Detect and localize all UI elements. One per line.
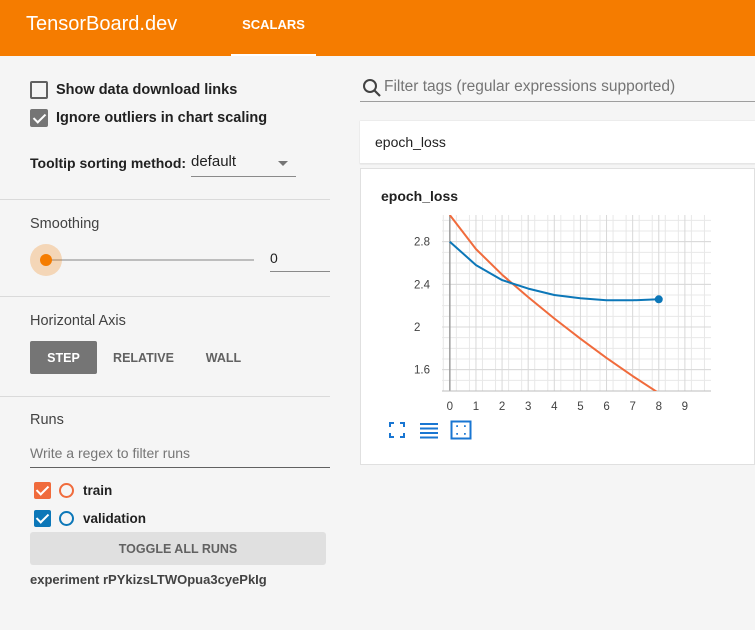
run-item-train[interactable]: train xyxy=(34,481,112,499)
tab-scalars-label: SCALARS xyxy=(242,17,305,32)
ignore-outliers-checkbox[interactable] xyxy=(30,109,48,127)
smoothing-input[interactable]: 0 xyxy=(270,246,330,272)
run-validation-label: validation xyxy=(83,510,147,526)
run-color-icon[interactable] xyxy=(59,482,74,498)
x-tick-label: 2 xyxy=(499,401,505,413)
y-tick-label: 1.6 xyxy=(414,365,430,377)
axis-relative-button[interactable]: RELATIVE xyxy=(97,341,190,374)
divider xyxy=(0,199,330,200)
y-tick-label: 2.4 xyxy=(414,279,431,291)
fit-domain-icon[interactable] xyxy=(450,419,472,441)
run-validation-checkbox[interactable] xyxy=(34,509,51,527)
divider xyxy=(0,296,330,297)
horizontal-axis-label: Horizontal Axis xyxy=(30,313,126,329)
tag-filter[interactable]: Filter tags (regular expressions support… xyxy=(360,72,755,102)
tag-group-header[interactable]: epoch_loss xyxy=(360,121,755,164)
chevron-down-icon xyxy=(278,161,288,166)
run-item-validation[interactable]: validation xyxy=(34,509,146,527)
tooltip-sorting-value: default xyxy=(191,153,237,170)
smoothing-label: Smoothing xyxy=(30,216,100,232)
tag-filter-input[interactable]: Filter tags (regular expressions support… xyxy=(384,78,675,96)
y-tick-label: 2 xyxy=(414,322,420,334)
sidebar: Show data download links Ignore outliers… xyxy=(0,56,345,630)
tooltip-sorting-label: Tooltip sorting method: xyxy=(30,155,187,171)
x-tick-label: 6 xyxy=(603,401,609,413)
x-tick-label: 1 xyxy=(473,401,479,413)
show-download-links-label: Show data download links xyxy=(56,82,238,98)
x-tick-label: 0 xyxy=(447,401,453,413)
axis-step-button[interactable]: STEP xyxy=(30,341,97,374)
app-header: TensorBoard.dev SCALARS xyxy=(0,0,755,56)
runs-filter-input[interactable]: Write a regex to filter runs xyxy=(30,440,330,468)
experiment-id: experiment rPYkizsLTWOpua3cyePkIg xyxy=(30,572,267,587)
x-tick-label: 8 xyxy=(656,401,662,413)
ignore-outliers-option[interactable]: Ignore outliers in chart scaling xyxy=(30,108,267,128)
ignore-outliers-label: Ignore outliers in chart scaling xyxy=(56,110,268,126)
y-tick-label: 2.8 xyxy=(414,237,430,249)
smoothing-slider-track[interactable] xyxy=(46,259,254,261)
fullscreen-icon[interactable] xyxy=(386,419,408,441)
app-title: TensorBoard.dev xyxy=(26,13,178,35)
x-tick-label: 4 xyxy=(551,401,558,413)
series-end-point-validation xyxy=(654,295,663,304)
show-download-links-checkbox[interactable] xyxy=(30,81,48,99)
x-tick-label: 9 xyxy=(682,401,688,413)
log-scale-icon[interactable] xyxy=(418,419,440,441)
smoothing-slider-thumb[interactable] xyxy=(40,254,52,266)
toggle-all-runs-button[interactable]: TOGGLE ALL RUNS xyxy=(30,532,326,565)
run-train-checkbox[interactable] xyxy=(34,481,51,499)
tag-group-title: epoch_loss xyxy=(375,134,446,150)
chart-card: epoch_loss 0 1 2 3 4 5 6 7 8 9 1.6 2 2.4 2.8 xyxy=(360,168,755,465)
search-icon xyxy=(363,79,381,97)
tooltip-sorting-select[interactable]: default xyxy=(191,151,296,177)
runs-label: Runs xyxy=(30,412,64,428)
divider xyxy=(0,396,330,397)
run-color-icon[interactable] xyxy=(59,510,74,526)
x-tick-label: 7 xyxy=(629,401,635,413)
run-train-label: train xyxy=(83,482,113,498)
x-tick-label: 3 xyxy=(525,401,531,413)
x-tick-label: 5 xyxy=(577,401,583,413)
show-download-links-option[interactable]: Show data download links xyxy=(30,80,237,100)
horizontal-axis-selector: STEP RELATIVE WALL xyxy=(30,341,257,374)
tab-scalars[interactable]: SCALARS xyxy=(231,0,316,56)
axis-wall-button[interactable]: WALL xyxy=(190,341,257,374)
